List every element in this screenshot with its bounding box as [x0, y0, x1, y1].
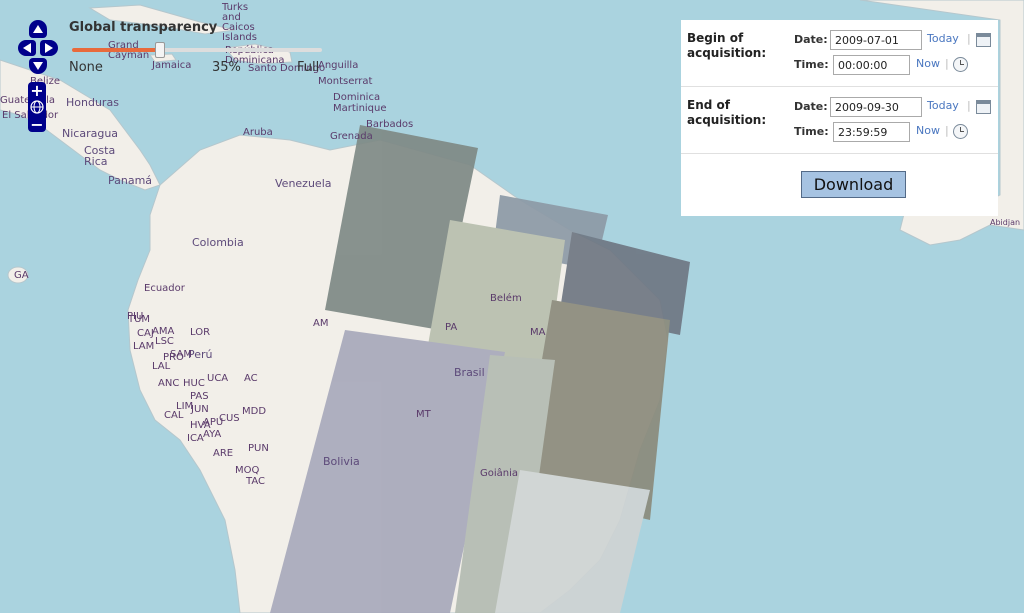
acquisition-panel: Begin of acquisition: Date: Today | Time… [681, 20, 998, 216]
transparency-slider-thumb[interactable] [154, 42, 165, 58]
label-ma: MA [530, 327, 546, 338]
label-belem: Belém [490, 293, 522, 304]
clock-icon[interactable] [953, 57, 968, 72]
label-ica: ICA [187, 433, 204, 444]
label-dominica: Dominica [333, 92, 381, 103]
begin-time-label: Time: [794, 58, 829, 71]
download-button[interactable]: Download [801, 171, 906, 198]
label-lor: LOR [190, 327, 211, 338]
arrow-down-icon[interactable] [29, 58, 47, 74]
label-are: ARE [213, 448, 234, 459]
label-ac: AC [244, 373, 258, 384]
label-uca: UCA [207, 373, 229, 384]
label-bolivia: Bolivia [323, 455, 360, 468]
label-colombia: Colombia [192, 236, 244, 249]
map-navigation: + − [18, 20, 58, 140]
label-mt: MT [416, 409, 431, 420]
label-aya: AYA [203, 429, 222, 440]
separator: | [945, 124, 949, 137]
arrow-up-icon[interactable] [29, 20, 47, 38]
begin-now-link[interactable]: Now [916, 57, 940, 70]
end-acquisition-title: End of acquisition: [687, 98, 767, 127]
label-mdd: MDD [242, 406, 267, 417]
calendar-icon[interactable] [976, 33, 991, 47]
label-am: AM [313, 318, 329, 329]
label-lam: LAM [133, 341, 155, 352]
begin-date-label: Date: [794, 33, 828, 46]
transparency-slider-track[interactable] [72, 42, 322, 58]
label-goiania: Goiânia [480, 468, 519, 479]
label-tum: TUM [128, 314, 151, 325]
transparency-max-label: Full [297, 60, 320, 75]
begin-acquisition-title: Begin of acquisition: [687, 31, 767, 60]
label-moq: MOQ [235, 465, 260, 476]
label-pa: PA [445, 322, 458, 333]
separator: | [967, 32, 971, 45]
label-anc: ANC [158, 378, 180, 389]
label-ga: GA [14, 270, 29, 281]
label-lsc: LSC [155, 336, 174, 347]
arrow-right-icon[interactable] [40, 40, 58, 56]
begin-date-input[interactable] [830, 30, 922, 50]
label-venezuela: Venezuela [275, 177, 332, 190]
separator: | [967, 99, 971, 112]
label-pro: PRO [163, 352, 184, 363]
label-brasil: Brasil [454, 366, 485, 379]
transparency-value-label: 35% [212, 60, 241, 75]
label-nicaragua: Nicaragua [62, 127, 119, 140]
label-tac: TAC [246, 476, 265, 487]
begin-time-input[interactable] [833, 55, 910, 75]
separator: | [945, 57, 949, 70]
zoom-out-button[interactable]: − [28, 115, 46, 134]
label-honduras: Honduras [66, 96, 119, 109]
label-panama: Panamá [108, 174, 153, 187]
zoom-in-button[interactable]: + [28, 81, 46, 100]
calendar-icon[interactable] [976, 100, 991, 114]
end-time-input[interactable] [833, 122, 910, 142]
label-barbados: Barbados [366, 119, 414, 130]
end-now-link[interactable]: Now [916, 124, 940, 137]
transparency-min-label: None [69, 60, 103, 75]
label-ecuador: Ecuador [144, 283, 185, 294]
label-jun: JUN [191, 404, 209, 415]
label-martinique: Martinique [333, 103, 387, 114]
transparency-control: Global transparency None 35% Full [68, 18, 328, 78]
end-time-label: Time: [794, 125, 829, 138]
label-huc: HUC [183, 378, 205, 389]
label-abidjan: Abidjan [990, 218, 1021, 227]
clock-icon[interactable] [953, 124, 968, 139]
label-aruba: Aruba [243, 127, 273, 138]
end-date-label: Date: [794, 100, 828, 113]
begin-today-link[interactable]: Today [927, 32, 959, 45]
label-cal: CAL [164, 410, 184, 421]
globe-icon[interactable] [28, 98, 46, 116]
label-grenada: Grenada [330, 131, 373, 142]
begin-acquisition-row: Begin of acquisition: Date: Today | Time… [681, 20, 998, 87]
label-caj: CAJ [137, 328, 154, 339]
transparency-slider-fill [72, 48, 160, 52]
end-today-link[interactable]: Today [927, 99, 959, 112]
transparency-title: Global transparency [69, 20, 218, 35]
end-date-input[interactable] [830, 97, 922, 117]
arrow-left-icon[interactable] [18, 40, 36, 56]
label-costa-rica: Costa Rica [84, 144, 116, 168]
end-acquisition-row: End of acquisition: Date: Today | Time: … [681, 87, 998, 154]
label-pun: PUN [248, 443, 269, 454]
